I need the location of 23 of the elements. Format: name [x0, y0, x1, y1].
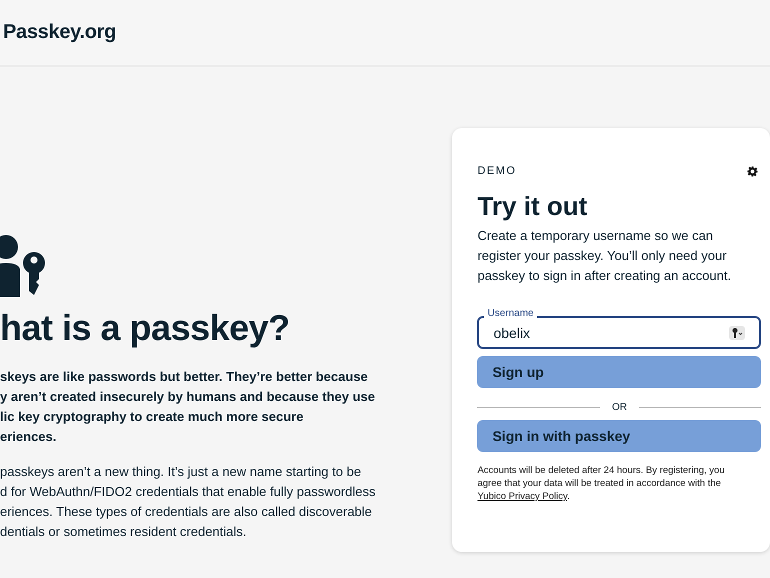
privacy-policy-link[interactable]: Yubico Privacy Policy [477, 491, 568, 502]
passkey-sign-in-button[interactable]: Sign in with passkey [477, 420, 762, 452]
username-field[interactable]: Username obelix [477, 308, 762, 349]
field-label: Username [484, 308, 537, 320]
disclaimer-text: Accounts will be deleted after 24 hours. By registering, you agree that your data will be treated in accordance with the Yubico Privacy Policy. [477, 464, 726, 503]
paragraph-line: y aren’t created insecurely by humans and because they use [0, 388, 375, 406]
paragraph-line: passkeys aren’t a new thing. It’s just a new name starting to be [0, 463, 362, 481]
paragraph-line: d for WebAuthn/FIDO2 credentials that enable fully passwordless [0, 483, 376, 501]
key-icon[interactable] [729, 326, 746, 340]
card-description: Create a temporary username so we can register your passkey. You’ll only need your passkey to sign in after creating an account. [477, 227, 732, 285]
site-logo[interactable]: Passkey.org [3, 21, 116, 44]
divider-label: OR [612, 402, 627, 413]
page-heading: hat is a passkey? [0, 307, 290, 349]
paragraph-line: skeys are like passwords but better. They’re better because [0, 368, 369, 386]
paragraph-line: lic key cryptography to create much more secure [0, 408, 304, 426]
sign-up-button[interactable]: Sign up [477, 356, 762, 388]
paragraph-line: eriences. [0, 428, 58, 446]
paragraph-line: eriences. These types of credentials are also called discoverable [0, 503, 373, 521]
field-value: obelix [493, 324, 530, 340]
paragraph-line: dentials or sometimes resident credentials. [0, 523, 248, 541]
card-title: Try it out [477, 191, 588, 222]
settings-icon[interactable] [747, 166, 758, 176]
section-label: DEMO [477, 165, 516, 177]
